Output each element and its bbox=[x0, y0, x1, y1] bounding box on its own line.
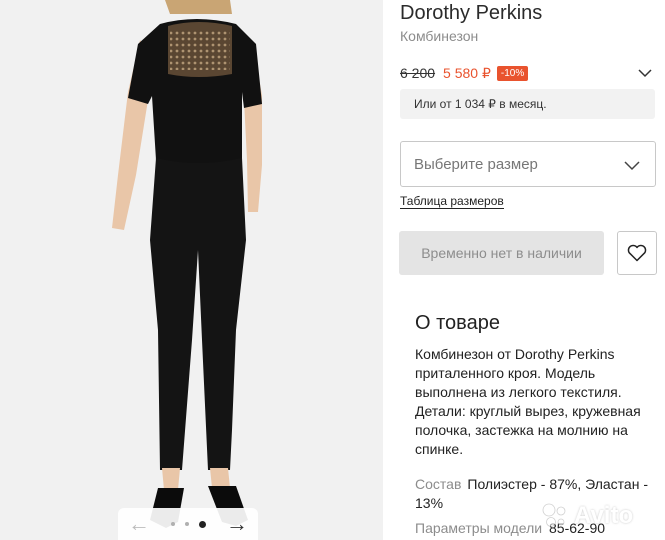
product-type: Комбинезон bbox=[400, 28, 479, 44]
out-of-stock-button[interactable]: Временно нет в наличии bbox=[399, 231, 604, 275]
about-title: О товаре bbox=[415, 312, 500, 334]
product-photo[interactable]: ← → bbox=[0, 0, 383, 540]
installment-info: Или от 1 034 ₽ в месяц. bbox=[400, 89, 655, 119]
composition-label: Состав bbox=[415, 476, 462, 492]
gallery-dot[interactable] bbox=[184, 522, 189, 526]
size-select[interactable]: Выберите размер bbox=[400, 141, 656, 187]
heart-icon bbox=[627, 244, 647, 262]
chevron-down-icon bbox=[624, 161, 640, 171]
size-select-placeholder: Выберите размер bbox=[414, 155, 538, 173]
product-brand[interactable]: Dorothy Perkins bbox=[400, 2, 542, 25]
old-price: 6 200 bbox=[400, 65, 436, 81]
product-panel: Dorothy Perkins Комбинезон 6 200 5 580 ₽… bbox=[384, 0, 665, 540]
gallery-dots bbox=[170, 520, 206, 528]
size-table-link[interactable]: Таблица размеров bbox=[400, 194, 504, 209]
avito-logo-icon bbox=[542, 503, 566, 527]
price-row[interactable]: 6 200 5 580 ₽ -10% bbox=[400, 63, 655, 83]
gallery-dot-active[interactable] bbox=[198, 520, 206, 528]
arrow-left-icon[interactable]: ← bbox=[128, 513, 150, 535]
discount-badge: -10% bbox=[496, 65, 529, 81]
avito-watermark: Avito bbox=[540, 496, 633, 536]
product-description: Комбинезон от Dorothy Perkins приталенно… bbox=[415, 346, 641, 457]
gallery-pager: ← → bbox=[118, 508, 258, 540]
chevron-down-icon[interactable] bbox=[637, 65, 653, 81]
new-price: 5 580 ₽ bbox=[443, 64, 491, 81]
arrow-right-icon[interactable]: → bbox=[226, 513, 248, 535]
params-label: Параметры модели bbox=[415, 520, 543, 536]
gallery-dot[interactable] bbox=[170, 522, 175, 526]
favorite-button[interactable] bbox=[617, 231, 657, 275]
watermark-text: Avito bbox=[574, 502, 634, 529]
jumpsuit-illustration bbox=[112, 0, 262, 528]
